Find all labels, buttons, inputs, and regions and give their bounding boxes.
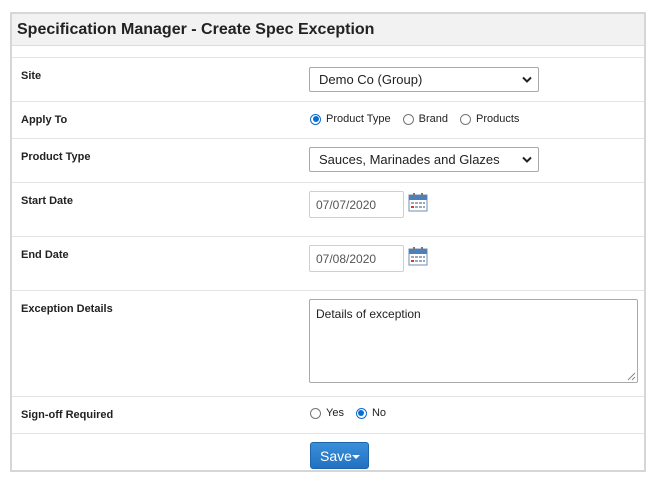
calendar-icon[interactable] — [408, 246, 428, 266]
product-type-row: Product Type Sauces, Marinades and Glaze… — [12, 138, 644, 183]
panel-title: Specification Manager - Create Spec Exce… — [12, 14, 644, 46]
apply-to-brand-radio[interactable] — [402, 113, 414, 125]
start-date-input[interactable]: 07/07/2020 — [309, 191, 404, 218]
site-select-value: Demo Co (Group) — [319, 72, 423, 87]
chevron-down-icon — [522, 156, 532, 163]
signoff-yes-label: Yes — [326, 407, 344, 419]
signoff-label: Sign-off Required — [21, 409, 114, 421]
save-button[interactable]: Save — [310, 442, 369, 469]
apply-to-radio-group: Product Type Brand Products — [310, 113, 531, 125]
calendar-icon[interactable] — [408, 192, 428, 212]
spec-exception-panel: Specification Manager - Create Spec Exce… — [10, 12, 646, 472]
apply-to-products-radio[interactable] — [459, 113, 471, 125]
footer-divider — [12, 433, 644, 434]
signoff-row: Sign-off Required Yes No — [12, 396, 644, 434]
site-select[interactable]: Demo Co (Group) — [309, 67, 539, 92]
site-label: Site — [21, 70, 42, 82]
apply-to-products-label: Products — [475, 113, 520, 125]
apply-to-product-type-radio[interactable] — [310, 113, 321, 125]
start-date-row: Start Date 07/07/2020 — [12, 182, 644, 237]
exception-details-text: Details of exception — [316, 307, 421, 321]
exception-details-label: Exception Details — [21, 303, 113, 315]
apply-to-brand-label: Brand — [418, 113, 448, 125]
product-type-label: Product Type — [21, 151, 91, 163]
exception-details-row: Exception Details Details of exception — [12, 290, 644, 397]
caret-down-icon — [352, 455, 360, 459]
apply-to-product-type-label: Product Type — [326, 113, 391, 125]
apply-to-label: Apply To — [21, 114, 68, 126]
end-date-input[interactable]: 07/08/2020 — [309, 245, 404, 272]
chevron-down-icon — [522, 76, 532, 83]
signoff-no-radio[interactable] — [355, 407, 367, 419]
site-row: Site Demo Co (Group) — [12, 57, 644, 102]
product-type-select-value: Sauces, Marinades and Glazes — [319, 152, 500, 167]
end-date-label: End Date — [21, 249, 69, 261]
start-date-label: Start Date — [21, 195, 73, 207]
save-button-label: Save — [320, 448, 352, 464]
signoff-no-label: No — [371, 407, 387, 419]
product-type-select[interactable]: Sauces, Marinades and Glazes — [309, 147, 539, 172]
exception-details-textarea[interactable]: Details of exception — [309, 299, 638, 383]
resize-grip-icon[interactable] — [627, 372, 636, 381]
apply-to-row: Apply To Product Type Brand Products — [12, 101, 644, 139]
signoff-radio-group: Yes No — [310, 407, 398, 419]
signoff-yes-radio[interactable] — [310, 407, 321, 419]
end-date-row: End Date 07/08/2020 — [12, 236, 644, 291]
